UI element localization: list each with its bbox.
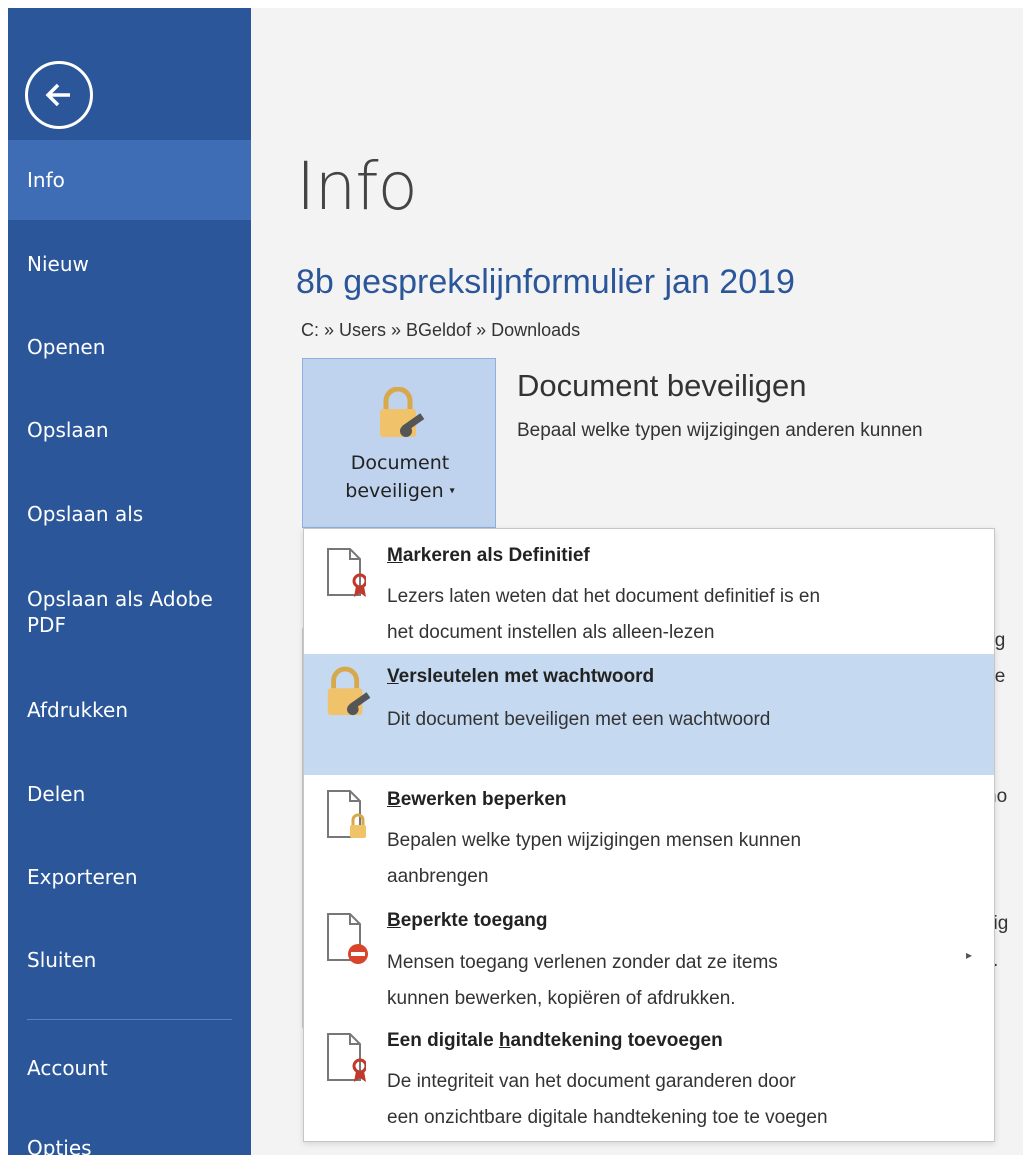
protect-heading: Document beveiligen xyxy=(517,368,807,403)
accelerator-key: V xyxy=(387,666,399,687)
menu-item-title: Bewerken beperken xyxy=(387,789,567,811)
nav-item-exporteren[interactable]: Exporteren xyxy=(8,837,251,917)
title-rest: ersleutelen met wachtwoord xyxy=(398,666,655,687)
nav-item-info[interactable]: Info xyxy=(8,140,251,220)
submenu-arrow-icon: ▸ xyxy=(966,948,973,962)
nav-item-afdrukken[interactable]: Afdrukken xyxy=(8,670,251,750)
nav-item-opslaan[interactable]: Opslaan xyxy=(8,390,251,470)
accelerator-key: B xyxy=(387,910,401,931)
nav-item-nieuw[interactable]: Nieuw xyxy=(8,224,251,304)
nav-label: Exporteren xyxy=(27,865,138,889)
title-rest: eperkte toegang xyxy=(400,910,548,931)
arrow-left-circle-icon xyxy=(45,83,70,107)
menu-item-add-digital-signature[interactable]: Een digitale handtekening toevoegen De i… xyxy=(304,1020,994,1141)
nav-item-openen[interactable]: Openen xyxy=(8,307,251,387)
menu-item-encrypt-with-password[interactable]: Versleutelen met wachtwoord Dit document… xyxy=(304,654,994,775)
nav-label: Nieuw xyxy=(27,252,89,276)
backstage-main: Info 8b gesprekslijnformulier jan 2019 C… xyxy=(251,8,1023,1155)
window: Info Nieuw Openen Opslaan Opslaan als Op… xyxy=(0,0,1023,1155)
menu-item-title: Een digitale handtekening toevoegen xyxy=(387,1030,723,1052)
nav-item-sluiten[interactable]: Sluiten xyxy=(8,920,251,1000)
accelerator-key: h xyxy=(498,1030,511,1051)
document-title: 8b gesprekslijnformulier jan 2019 xyxy=(296,263,795,301)
menu-item-title: Beperkte toegang xyxy=(387,910,548,932)
nav-item-delen[interactable]: Delen xyxy=(8,754,251,834)
accelerator-key: M xyxy=(387,545,403,566)
nav-item-opslaan-als-adobe-pdf[interactable]: Opslaan als Adobe PDF xyxy=(8,576,238,656)
nav-label: Sluiten xyxy=(27,948,97,972)
back-button[interactable] xyxy=(25,61,93,129)
desc-line: Mensen toegang verlenen zonder dat ze it… xyxy=(387,952,778,973)
menu-item-restrict-editing[interactable]: Bewerken beperken Bepalen welke typen wi… xyxy=(304,775,994,900)
desc-line: De integriteit van het document garander… xyxy=(387,1071,796,1092)
menu-item-description: Dit document beveiligen met een wachtwoo… xyxy=(387,702,967,738)
title-rest: ewerken beperken xyxy=(400,789,567,810)
desc-line: Dit document beveiligen met een wachtwoo… xyxy=(387,709,771,730)
document-ribbon-icon xyxy=(327,548,366,597)
nav-item-opslaan-als[interactable]: Opslaan als xyxy=(8,474,251,554)
desc-line: het document instellen als alleen-lezen xyxy=(387,622,715,643)
title-rest: andtekening toevoegen xyxy=(510,1030,723,1051)
protect-button-label: Document beveiligen ▾ xyxy=(303,449,497,506)
page-title: Info xyxy=(296,148,418,225)
protect-document-menu: Markeren als Definitief Lezers laten wet… xyxy=(303,528,995,1142)
desc-line: Lezers laten weten dat het document defi… xyxy=(387,586,821,607)
title-rest: arkeren als Definitief xyxy=(402,545,590,566)
menu-item-description: Mensen toegang verlenen zonder dat ze it… xyxy=(387,945,967,1017)
nav-label: Openen xyxy=(27,335,106,359)
nav-label: Opslaan als Adobe PDF xyxy=(27,587,213,637)
nav-label: Account xyxy=(27,1056,108,1080)
menu-item-description: Lezers laten weten dat het document defi… xyxy=(387,579,967,651)
nav-label: Opslaan als xyxy=(27,502,144,526)
protect-document-button[interactable]: Document beveiligen ▾ xyxy=(302,358,496,528)
nav-divider xyxy=(27,1019,232,1020)
menu-item-title: Markeren als Definitief xyxy=(387,545,590,567)
lock-key-icon xyxy=(380,387,425,437)
protect-description: Bepaal welke typen wijzigingen anderen k… xyxy=(517,420,923,441)
nav-item-opties[interactable]: Opties xyxy=(8,1108,251,1155)
desc-line: Bepalen welke typen wijzigingen mensen k… xyxy=(387,830,802,851)
nav-label: Opties xyxy=(27,1136,92,1155)
backstage-sidebar: Info Nieuw Openen Opslaan Opslaan als Op… xyxy=(8,8,251,1155)
nav-label: Opslaan xyxy=(27,418,109,442)
document-path[interactable]: C: » Users » BGeldof » Downloads xyxy=(301,320,580,341)
nav-label: Delen xyxy=(27,782,86,806)
lock-key-icon xyxy=(327,666,371,716)
nav-label: Afdrukken xyxy=(27,698,129,722)
protect-button-line2: beveiligen xyxy=(345,480,444,502)
desc-line: aanbrengen xyxy=(387,866,489,887)
accelerator-key: B xyxy=(387,789,401,810)
protect-button-line1: Document xyxy=(350,452,450,474)
desc-line: een onzichtbare digitale handtekening to… xyxy=(387,1107,828,1128)
document-restricted-icon xyxy=(327,913,368,964)
menu-item-title: Versleutelen met wachtwoord xyxy=(387,666,654,688)
menu-item-mark-as-final[interactable]: Markeren als Definitief Lezers laten wet… xyxy=(304,529,994,654)
document-lock-icon xyxy=(327,790,366,838)
desc-line: kunnen bewerken, kopiëren of afdrukken. xyxy=(387,988,736,1009)
nav-item-account[interactable]: Account xyxy=(8,1028,251,1108)
document-ribbon-icon xyxy=(327,1033,366,1082)
menu-item-restrict-access[interactable]: Beperkte toegang Mensen toegang verlenen… xyxy=(304,900,994,1020)
menu-item-description: De integriteit van het document garander… xyxy=(387,1064,967,1136)
dropdown-caret-icon: ▾ xyxy=(449,485,455,497)
nav-label: Info xyxy=(27,168,65,192)
title-prefix: Een digitale xyxy=(387,1030,499,1051)
menu-item-description: Bepalen welke typen wijzigingen mensen k… xyxy=(387,823,967,895)
